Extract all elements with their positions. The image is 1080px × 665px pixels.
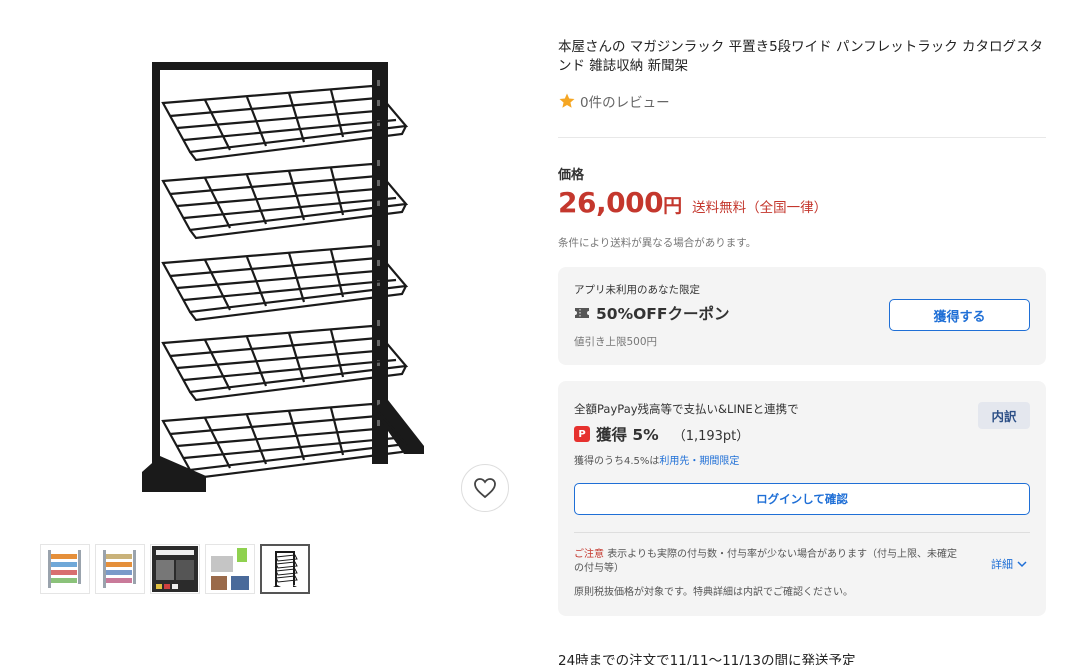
earn-row: P 獲得 5% （1,193pt） — [574, 423, 749, 445]
coupon-title-row: 50%OFFクーポン — [574, 302, 729, 324]
thumbnail-4[interactable] — [205, 544, 255, 594]
star-icon — [559, 93, 575, 108]
caution-note: ご注意 表示よりも実際の付与数・付与率が少ない場合があります（付与上限、未確定の… — [574, 548, 964, 576]
price-unit: 円 — [663, 195, 683, 217]
delivery-estimate: 24時までの注文で11/11〜11/13の間に発送予定 — [558, 653, 856, 665]
thumbnail-3[interactable] — [150, 544, 200, 594]
divider — [558, 137, 1046, 138]
detail-link[interactable]: 詳細 — [991, 556, 1027, 572]
coupon-limit: 値引き上限500円 — [574, 336, 658, 348]
paypay-panel: 全額PayPay残高等で支払い&LINEと連携で 内訳 P 獲得 5% （1,1… — [558, 381, 1046, 616]
price-amount: 26,000 — [558, 186, 664, 219]
product-title: 本屋さんの マガジンラック 平置き5段ワイド パンフレットラック カタログスタン… — [558, 39, 1044, 74]
thumbnail-image — [207, 546, 253, 592]
coupon-panel: アプリ未利用のあなた限定 50%OFFクーポン 値引き上限500円 獲得する — [558, 267, 1046, 365]
product-main-image[interactable] — [0, 0, 540, 530]
thumbnail-5-selected[interactable] — [260, 544, 310, 594]
get-coupon-button[interactable]: 獲得する — [889, 299, 1030, 331]
earn-note: 獲得のうち4.5%は利用先・期間限定 — [574, 452, 739, 467]
caution-text: 表示よりも実際の付与数・付与率が少ない場合があります（付与上限、未確定の付与等） — [574, 549, 957, 574]
favorite-button[interactable] — [461, 464, 509, 512]
breakdown-button[interactable]: 内訳 — [978, 402, 1030, 429]
paypay-icon: P — [574, 426, 590, 442]
ticket-icon — [575, 308, 589, 318]
price-block: 26,000円 — [558, 186, 682, 219]
shipping-note: 条件により送料が異なる場合があります。 — [558, 237, 757, 249]
review-summary[interactable]: 0件のレビュー — [558, 91, 670, 111]
coupon-title: 50%OFFクーポン — [596, 305, 730, 323]
coupon-eligibility: アプリ未利用のあなた限定 — [574, 284, 700, 296]
detail-label: 詳細 — [991, 558, 1013, 571]
thumbnail-image — [273, 551, 298, 587]
divider — [574, 532, 1030, 533]
earn-rate: 獲得 5% — [596, 426, 659, 444]
tax-note: 原則税抜価格が対象です。特典詳細は内訳でご確認ください。 — [574, 587, 853, 598]
chevron-down-icon — [1017, 560, 1027, 567]
caution-label: ご注意 — [574, 549, 604, 560]
product-page: 本屋さんの マガジンラック 平置き5段ワイド パンフレットラック カタログスタン… — [0, 0, 1080, 665]
price-label: 価格 — [558, 168, 585, 183]
review-count: 0件のレビュー — [580, 95, 670, 111]
usage-limit-link[interactable]: 利用先・期間限定 — [659, 456, 739, 467]
thumbnail-image — [152, 546, 198, 592]
thumbnail-image — [48, 550, 81, 588]
login-confirm-button[interactable]: ログインして確認 — [574, 483, 1030, 515]
price-row: 26,000円 送料無料（全国一律） — [558, 186, 827, 219]
thumbnail-2[interactable] — [95, 544, 145, 594]
earn-points: （1,193pt） — [672, 428, 750, 444]
shipping-info: 送料無料（全国一律） — [692, 200, 828, 216]
thumbnail-image — [103, 550, 136, 588]
earn-note-text: 獲得のうち4.5%は — [574, 456, 660, 467]
heart-icon — [474, 478, 496, 499]
paypay-condition: 全額PayPay残高等で支払い&LINEと連携で — [574, 402, 799, 416]
thumbnail-strip — [40, 544, 310, 594]
thumbnail-1[interactable] — [40, 544, 90, 594]
